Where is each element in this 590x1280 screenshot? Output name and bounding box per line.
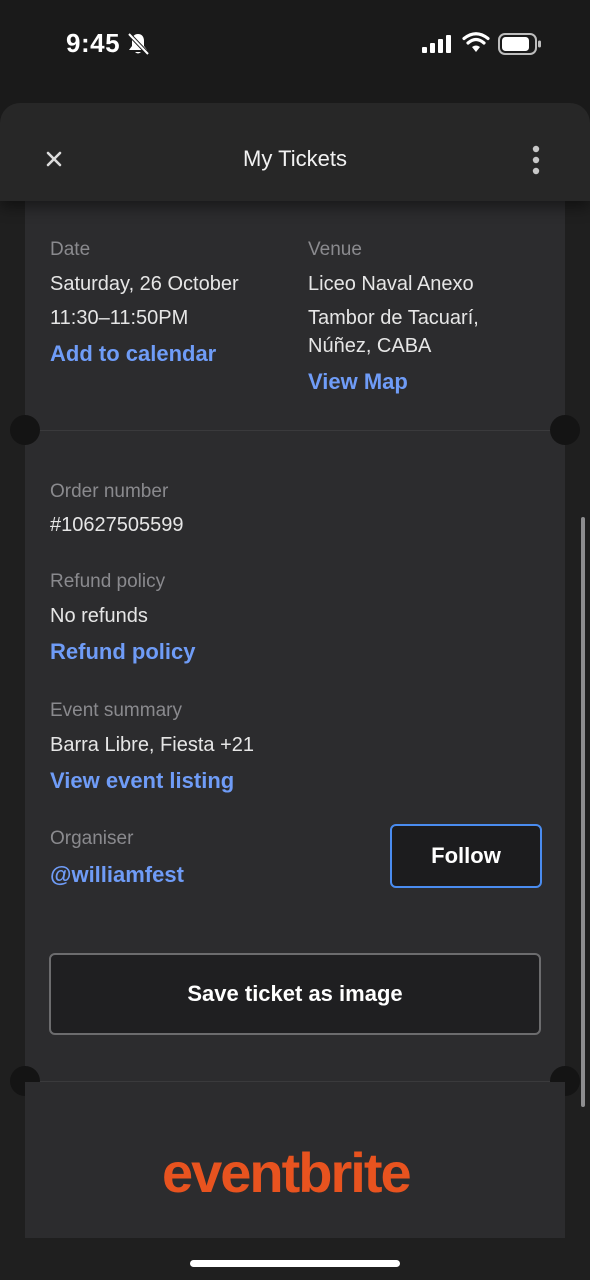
- follow-button[interactable]: Follow: [390, 824, 542, 888]
- venue-name: Liceo Naval Anexo: [308, 273, 474, 295]
- home-indicator[interactable]: [190, 1260, 400, 1267]
- battery-icon: [498, 33, 542, 60]
- eventbrite-logo: eventbrite: [162, 1142, 412, 1202]
- date-value: Saturday, 26 October: [50, 273, 239, 295]
- page-title: My Tickets: [243, 146, 347, 171]
- nav-header: My Tickets: [0, 103, 590, 201]
- ticket-notch-left: [10, 415, 40, 445]
- date-label: Date: [50, 239, 91, 260]
- time-value: 11:30–11:50PM: [50, 307, 189, 329]
- venue-label: Venue: [308, 239, 362, 260]
- status-bar: 9:45: [0, 0, 590, 90]
- venue-address: Tambor de Tacuarí, Núñez, CABA: [308, 307, 479, 357]
- more-vertical-icon: [532, 145, 540, 175]
- cellular-signal-icon: [422, 34, 452, 59]
- bell-muted-icon: [126, 31, 150, 62]
- logo-text: eventbrite: [162, 1142, 410, 1202]
- ticket-notch-right: [550, 415, 580, 445]
- view-event-listing-link[interactable]: View event listing: [50, 768, 234, 794]
- event-summary-label: Event summary: [50, 700, 182, 721]
- status-time: 9:45: [66, 28, 121, 58]
- event-summary-value: Barra Libre, Fiesta +21: [50, 734, 254, 756]
- scrollbar[interactable]: [581, 517, 585, 1107]
- wifi-icon: [462, 32, 490, 59]
- organiser-handle-link[interactable]: @williamfest: [50, 862, 184, 888]
- ticket-divider: [25, 430, 565, 431]
- save-ticket-as-image-button[interactable]: Save ticket as image: [49, 953, 541, 1035]
- add-to-calendar-link[interactable]: Add to calendar: [50, 341, 216, 367]
- more-options-button[interactable]: [524, 143, 548, 177]
- refund-policy-link[interactable]: Refund policy: [50, 639, 195, 665]
- order-number-label: Order number: [50, 481, 169, 502]
- order-number-value: #10627505599: [50, 514, 184, 536]
- organiser-label: Organiser: [50, 828, 134, 849]
- refund-policy-value: No refunds: [50, 605, 148, 627]
- view-map-link[interactable]: View Map: [308, 369, 408, 395]
- refund-policy-label: Refund policy: [50, 571, 166, 592]
